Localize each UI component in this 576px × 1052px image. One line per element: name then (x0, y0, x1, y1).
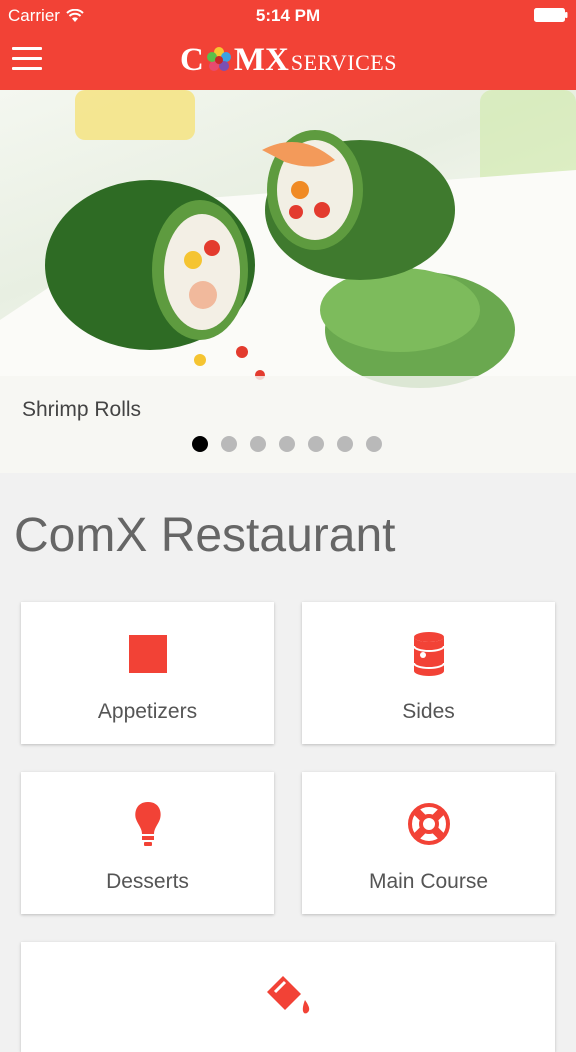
category-label: Desserts (106, 870, 189, 893)
life-ring-icon (407, 803, 450, 845)
logo-mx: MX (233, 41, 289, 78)
hamburger-icon-bar (12, 47, 42, 50)
page-title: ComX Restaurant (14, 509, 396, 562)
carousel-dot[interactable] (192, 436, 208, 452)
carousel-dot[interactable] (337, 436, 353, 452)
menu-button[interactable] (12, 47, 42, 71)
logo-services: SERVICES (290, 50, 397, 75)
category-label: Main Course (368, 870, 489, 893)
hamburger-icon-bar (12, 57, 42, 60)
carousel-dot[interactable] (221, 436, 237, 452)
featured-carousel[interactable]: Shrimp Rolls (0, 90, 576, 473)
carousel-dot[interactable] (308, 436, 324, 452)
bulb-icon (134, 802, 161, 846)
status-bar: Carrier 5:14 PM (0, 0, 576, 30)
category-card-5[interactable] (21, 942, 555, 1052)
caption-band (0, 376, 576, 473)
clock: 5:14 PM (255, 6, 321, 25)
category-card-appetizers[interactable]: Appetizers (21, 602, 274, 744)
paint-bucket-icon (267, 976, 310, 1014)
header: C MX SERVICES (0, 30, 576, 90)
flower-logo-icon (206, 47, 231, 71)
carousel-dots (192, 436, 382, 452)
app-logo: C MX SERVICES (180, 38, 397, 82)
category-card-sides[interactable]: Sides (302, 602, 555, 744)
logo-c: C (180, 41, 204, 78)
carousel-dot[interactable] (279, 436, 295, 452)
can-icon (412, 632, 445, 676)
hamburger-icon-bar (12, 67, 42, 70)
slide-caption: Shrimp Rolls (22, 398, 142, 421)
category-label: Sides (402, 700, 455, 723)
carousel-dot[interactable] (366, 436, 382, 452)
battery-icon (534, 8, 568, 22)
category-card-desserts[interactable]: Desserts (21, 772, 274, 914)
square-icon (128, 635, 167, 673)
carousel-dot[interactable] (250, 436, 266, 452)
category-card-main-course[interactable]: Main Course (302, 772, 555, 914)
category-label: Appetizers (97, 700, 198, 723)
